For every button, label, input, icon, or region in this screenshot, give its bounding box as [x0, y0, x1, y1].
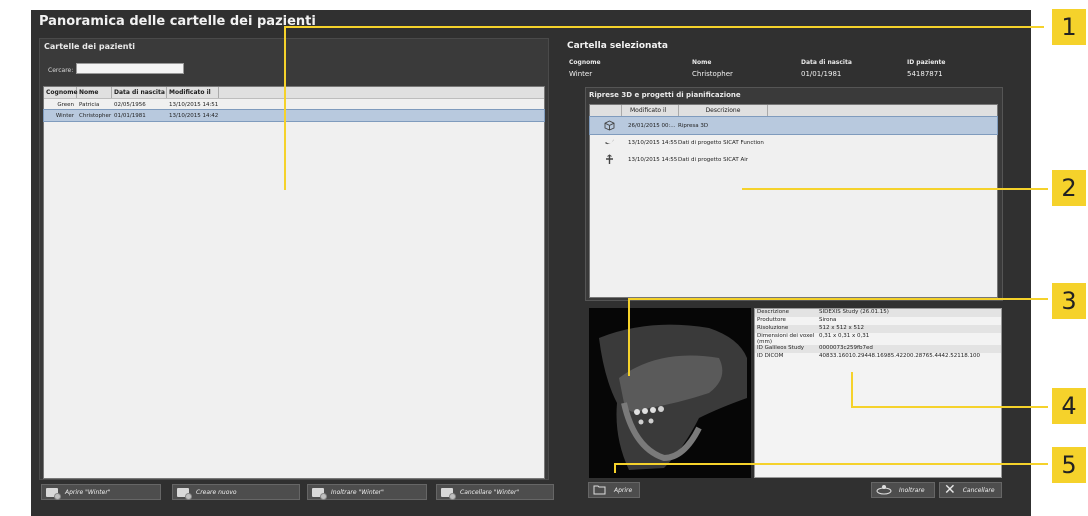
- column-icon: [590, 105, 622, 116]
- scan-row[interactable]: 13/10/2015 14:55 Dati di progetto SICAT …: [590, 134, 997, 151]
- callout-4-pointer: [851, 372, 853, 408]
- property-row: Risoluzione 512 x 512 x 512: [755, 325, 1001, 333]
- scan-row[interactable]: 13/10/2015 14:55 Dati di progetto SICAT …: [590, 151, 997, 168]
- airway-icon: [590, 154, 628, 165]
- scan-date: 26/01/2015 00:...: [628, 122, 676, 129]
- open-patient-label: Aprire "Winter": [65, 488, 111, 496]
- property-row: Descrizione SIDEXIS Study (26.01.15): [755, 309, 1001, 317]
- label-surname: Cognome: [569, 59, 601, 66]
- jaw-motion-icon: [590, 137, 628, 148]
- column-modified[interactable]: Modificato il: [167, 87, 219, 98]
- scan-row-selected[interactable]: 26/01/2015 00:... Ripresa 3D: [589, 116, 998, 135]
- callout-4: 4: [1052, 388, 1086, 424]
- column-scan-description[interactable]: Descrizione: [679, 105, 768, 116]
- folder-open-icon: [593, 484, 607, 497]
- scans-list-header: Modificato il Descrizione: [590, 105, 997, 117]
- row-name: Patricia: [79, 101, 100, 108]
- patient-list-header: Cognome Nome Data di nascita Modificato …: [44, 87, 544, 99]
- patient-list[interactable]: Cognome Nome Data di nascita Modificato …: [43, 86, 545, 479]
- scan-date: 13/10/2015 14:55: [628, 156, 678, 163]
- delete-record-icon: [441, 487, 456, 500]
- scan-preview-image: [589, 308, 751, 478]
- value-patient-id: 54187871: [907, 70, 943, 78]
- scan-properties-table: Descrizione SIDEXIS Study (26.01.15) Prod…: [754, 308, 1002, 478]
- label-dob: Data di nascita: [801, 59, 852, 66]
- scans-panel: Riprese 3D e progetti di pianificazione …: [585, 87, 1003, 301]
- search-label: Cercare:: [48, 67, 74, 74]
- patient-records-panel: Cartelle dei pazienti Cercare: Cognome N…: [39, 38, 549, 480]
- scan-date: 13/10/2015 14:55: [628, 139, 678, 146]
- forward-scan-button[interactable]: Inoltrare: [871, 482, 935, 498]
- column-name[interactable]: Nome: [77, 87, 112, 98]
- row-modified: 13/10/2015 14:51: [169, 101, 219, 108]
- row-dob: 01/01/1981: [114, 112, 146, 119]
- column-dob[interactable]: Data di nascita: [112, 87, 167, 98]
- open-patient-button[interactable]: Aprire "Winter": [41, 484, 161, 500]
- scans-list[interactable]: Modificato il Descrizione 26/01/2015 00:…: [589, 104, 998, 298]
- scan-description: Dati di progetto SICAT Air: [678, 156, 749, 163]
- scans-heading: Riprese 3D e progetti di pianificazione: [589, 91, 741, 99]
- forward-scan-icon: [876, 484, 892, 497]
- app-window: Panoramica delle cartelle dei pazienti C…: [31, 10, 1031, 516]
- row-dob: 02/05/1956: [114, 101, 146, 108]
- scan-description: Dati di progetto SICAT Function: [678, 139, 764, 146]
- callout-1-leader: [284, 26, 1044, 28]
- callout-5-leader: [614, 463, 1048, 465]
- column-surname[interactable]: Cognome: [44, 87, 78, 98]
- forward-scan-label: Inoltrare: [899, 486, 925, 494]
- row-surname: Green: [57, 101, 74, 108]
- label-patient-id: ID paziente: [907, 59, 946, 66]
- row-name: Christopher: [79, 112, 112, 119]
- open-scan-label: Aprire: [614, 486, 633, 494]
- cube-icon: [590, 120, 628, 131]
- selected-record-heading: Cartella selezionata: [567, 41, 668, 51]
- column-scan-modified[interactable]: Modificato il: [622, 105, 679, 116]
- delete-scan-label: Cancellare: [962, 486, 995, 494]
- row-modified: 13/10/2015 14:42: [169, 112, 219, 119]
- property-row: Produttore Sirona: [757, 317, 837, 323]
- value-dob: 01/01/1981: [801, 70, 842, 78]
- callout-2-leader: [742, 188, 1048, 190]
- property-row: ID Galileos Study 0000073c259fb7ed: [755, 345, 1001, 353]
- callout-1: 1: [1052, 9, 1086, 45]
- search-input[interactable]: [76, 63, 184, 74]
- property-row: ID DICOM 40833.16010.29448.16985.42200.28…: [757, 353, 980, 359]
- delete-patient-button[interactable]: Cancellare "Winter": [436, 484, 554, 500]
- value-surname: Winter: [569, 70, 593, 78]
- patient-records-heading: Cartelle dei pazienti: [44, 42, 136, 51]
- callout-5: 5: [1052, 447, 1086, 483]
- property-row: Dimensioni dei voxel (mm) 0,31 x 0,31 x 0…: [757, 333, 870, 345]
- callout-1-pointer: [284, 26, 286, 190]
- create-new-label: Creare nuovo: [196, 488, 237, 496]
- callout-3-pointer: [628, 298, 630, 376]
- callout-5-pointer: [614, 463, 616, 473]
- delete-patient-label: Cancellare "Winter": [460, 488, 520, 496]
- create-new-button[interactable]: Creare nuovo: [172, 484, 300, 500]
- open-record-icon: [46, 487, 61, 500]
- scan-description: Ripresa 3D: [678, 122, 709, 129]
- patient-row[interactable]: Green Patricia 02/05/1956 13/10/2015 14:…: [44, 99, 544, 110]
- new-record-icon: [177, 487, 192, 500]
- callout-3: 3: [1052, 283, 1086, 319]
- row-surname: Winter: [55, 112, 74, 119]
- delete-scan-button[interactable]: ✕ Cancellare: [939, 482, 1002, 498]
- callout-2: 2: [1052, 170, 1086, 206]
- label-name: Nome: [692, 59, 712, 66]
- callout-3-leader: [628, 298, 1048, 300]
- value-name: Christopher: [692, 70, 733, 78]
- open-scan-button[interactable]: Aprire: [588, 482, 640, 498]
- patient-row-selected[interactable]: Winter Christopher 01/01/1981 13/10/2015…: [43, 109, 545, 122]
- callout-4-leader: [851, 406, 1048, 408]
- forward-patient-button[interactable]: Inoltrare "Winter": [307, 484, 427, 500]
- forward-patient-label: Inoltrare "Winter": [331, 488, 384, 496]
- window-title: Panoramica delle cartelle dei pazienti: [39, 14, 316, 29]
- close-icon: ✕: [944, 482, 956, 498]
- forward-record-icon: [312, 487, 327, 500]
